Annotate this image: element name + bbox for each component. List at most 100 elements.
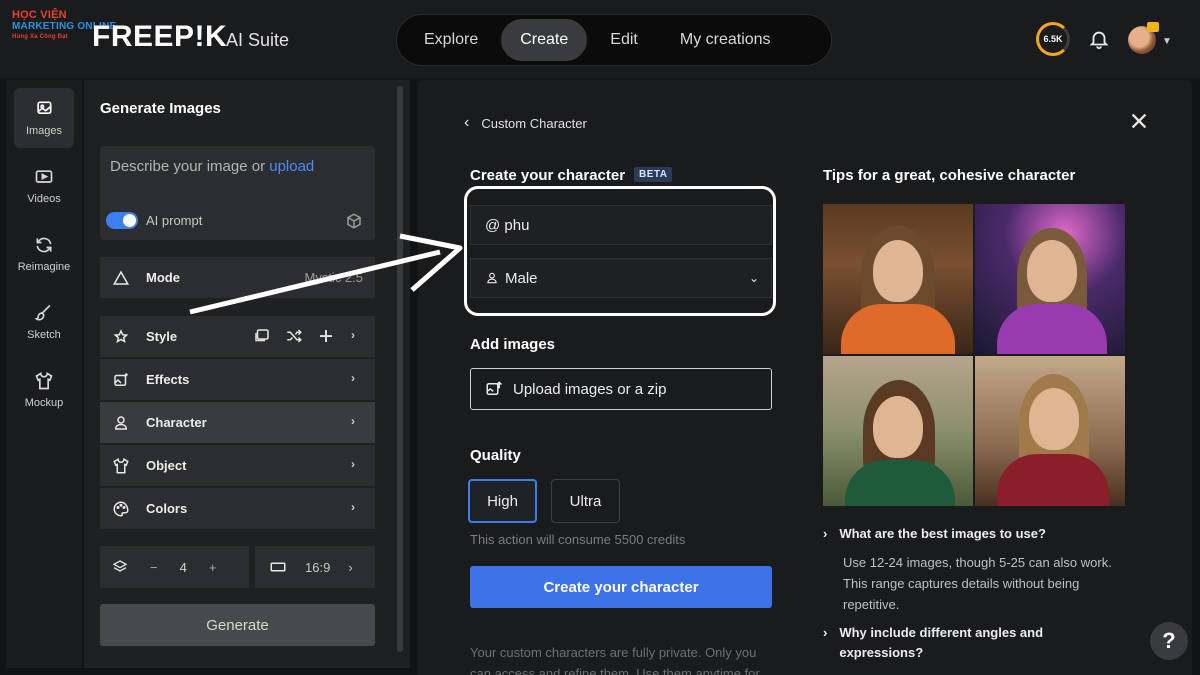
user-icon <box>114 415 128 430</box>
upload-images-button[interactable]: Upload images or a zip <box>470 368 772 410</box>
rail-label: Mockup <box>24 397 64 409</box>
faq-item[interactable]: › Why include different angles and expres… <box>823 623 1083 663</box>
chevron-right-icon: › <box>823 625 828 640</box>
rail-label: Reimagine <box>17 261 71 273</box>
shirt-icon <box>35 372 53 390</box>
mode-row[interactable]: Mode Mystic 2.5 <box>100 257 375 298</box>
tab-explore[interactable]: Explore <box>405 19 497 61</box>
upload-label: Upload images or a zip <box>513 380 667 398</box>
create-character-button[interactable]: Create your character <box>470 566 772 608</box>
chevron-right-icon: › <box>351 457 355 471</box>
chevron-right-icon: › <box>823 526 828 541</box>
triangle-icon <box>112 269 130 285</box>
top-bar: HỌC VIỆN MARKETING ONLINE Hùng Xa Công Đ… <box>0 0 1200 78</box>
chevron-right-icon: › <box>351 328 355 342</box>
custom-character-panel: ‹ Custom Character Create your character… <box>418 80 1192 675</box>
option-label: Effects <box>146 372 190 387</box>
chevron-down-icon[interactable]: ▼ <box>1162 36 1172 47</box>
reimagine-icon <box>36 237 52 253</box>
generate-panel: Generate Images Describe your image or u… <box>84 80 410 668</box>
ai-suite-label: AI Suite <box>226 30 290 50</box>
option-colors[interactable]: Colors › <box>100 488 375 529</box>
help-button[interactable]: ? <box>1150 622 1188 660</box>
style-actions <box>253 327 335 345</box>
option-style[interactable]: Style › <box>100 316 375 357</box>
crown-icon <box>1147 22 1159 32</box>
mode-label: Mode <box>146 270 180 285</box>
chevron-right-icon: › <box>351 500 355 514</box>
tool-rail: Images Videos Reimagine Sketch Mockup <box>6 80 82 668</box>
prompt-input[interactable]: Describe your image or upload AI prompt <box>100 146 375 240</box>
example-photo-grid <box>823 204 1125 506</box>
faq-question: What are the best images to use? <box>839 526 1046 541</box>
credits-badge[interactable]: 6.5K <box>1036 22 1070 56</box>
chevron-right-icon: › <box>351 414 355 428</box>
image-count-stepper[interactable]: − 4 + <box>100 546 249 588</box>
back-link[interactable]: ‹ Custom Character <box>464 114 587 132</box>
quality-ultra-button[interactable]: Ultra <box>551 479 620 523</box>
shirt-icon <box>113 457 129 473</box>
ai-prompt-toggle[interactable] <box>106 212 138 229</box>
plus-button[interactable]: + <box>209 560 217 575</box>
upload-image-icon <box>486 381 503 395</box>
tab-my-creations[interactable]: My creations <box>661 19 790 61</box>
faq-item[interactable]: › What are the best images to use? Use 12… <box>823 524 1125 615</box>
rail-label: Images <box>25 125 63 137</box>
rail-label: Sketch <box>27 329 61 341</box>
option-label: Colors <box>146 501 188 516</box>
bell-icon[interactable] <box>1088 28 1110 50</box>
minus-button[interactable]: − <box>150 560 158 575</box>
faq-question: Why include different angles and express… <box>839 625 1044 660</box>
videos-icon <box>35 170 53 183</box>
annotation-highlight <box>464 186 776 316</box>
upload-link[interactable]: upload <box>269 158 314 175</box>
panel-title: Generate Images <box>100 100 221 117</box>
rail-label: Videos <box>27 193 61 205</box>
scrollbar[interactable] <box>397 86 403 652</box>
mode-value: Mystic 2.5 <box>304 270 363 285</box>
prompt-placeholder[interactable]: Describe your image or upload <box>110 158 314 175</box>
privacy-note: Your custom characters are fully private… <box>470 645 760 675</box>
close-icon[interactable] <box>1128 110 1150 132</box>
example-photo <box>975 204 1125 354</box>
rail-item-mockup[interactable]: Mockup <box>14 360 74 420</box>
option-object[interactable]: Object › <box>100 445 375 486</box>
option-label: Object <box>146 458 187 473</box>
aspect-ratio-icon <box>270 562 286 572</box>
layers-icon <box>112 560 128 572</box>
faq-answer: Use 12-24 images, though 5-25 can also w… <box>843 555 1112 612</box>
brand[interactable]: HỌC VIỆN MARKETING ONLINE Hùng Xa Công Đ… <box>8 8 308 68</box>
option-character[interactable]: Character › <box>100 402 375 443</box>
back-label: Custom Character <box>481 115 587 131</box>
shuffle-icon[interactable] <box>285 327 303 345</box>
chevron-right-icon: › <box>351 371 355 385</box>
main-nav: Explore Create Edit My creations <box>396 14 832 66</box>
image-sparkle-icon <box>114 372 128 386</box>
rail-item-sketch[interactable]: Sketch <box>14 292 74 352</box>
tab-edit[interactable]: Edit <box>591 19 657 61</box>
beta-badge: BETA <box>634 167 673 182</box>
quality-high-button[interactable]: High <box>468 479 537 523</box>
add-images-title: Add images <box>470 336 556 353</box>
rail-item-reimagine[interactable]: Reimagine <box>14 224 74 284</box>
generate-button[interactable]: Generate <box>100 604 375 646</box>
chevron-left-icon: ‹ <box>464 114 470 131</box>
brush-icon <box>34 304 51 321</box>
option-effects[interactable]: Effects › <box>100 359 375 400</box>
plus-icon[interactable] <box>317 327 335 345</box>
create-character-title: Create your character <box>470 167 626 184</box>
freepik-wordmark: FREEP!K <box>92 20 228 53</box>
example-photo <box>823 204 973 354</box>
count-value: 4 <box>179 559 187 575</box>
rail-item-videos[interactable]: Videos <box>14 156 74 216</box>
chevron-right-icon: › <box>348 559 353 575</box>
gallery-icon[interactable] <box>253 327 271 345</box>
cube-icon[interactable] <box>345 212 363 230</box>
aspect-ratio-select[interactable]: 16:9 › <box>255 546 375 588</box>
example-photo <box>975 356 1125 506</box>
tab-create[interactable]: Create <box>501 19 588 61</box>
rail-item-images[interactable]: Images <box>14 88 74 148</box>
quality-title: Quality <box>470 447 521 464</box>
sparkle-star-icon <box>113 328 129 343</box>
example-photo <box>823 356 973 506</box>
